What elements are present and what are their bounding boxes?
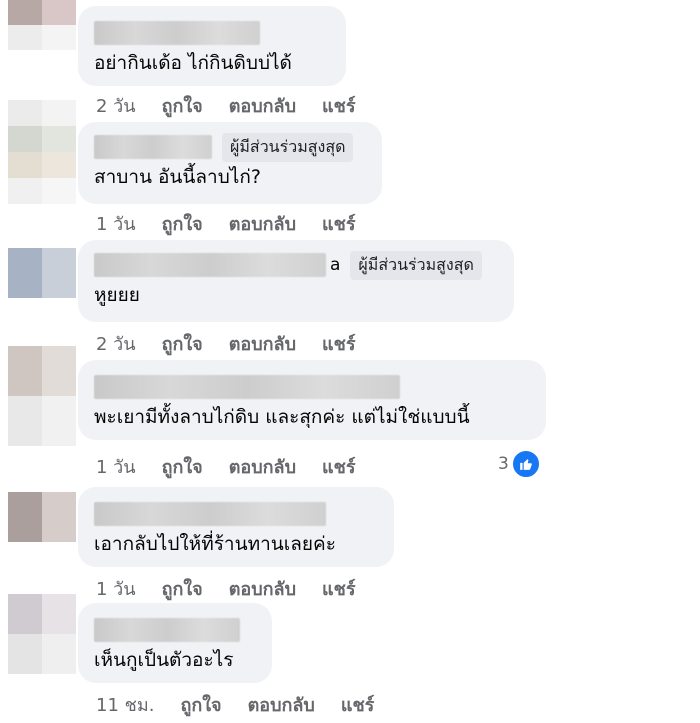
comment-bubble: อย่ากินเด้อ ไก่กินดิบบ่ได้	[78, 6, 346, 86]
comment-time[interactable]: 1 วัน	[96, 452, 136, 481]
comment-text: อย่ากินเด้อ ไก่กินดิบบ่ได้	[94, 52, 292, 74]
comment-actions: 2 วัน ถูกใจ ตอบกลับ แชร์	[96, 91, 382, 120]
comment-text: พะเยามีทั้งลาบไก่ดิบ และสุกค่ะ แต่ไม่ใช่…	[94, 406, 470, 428]
avatar[interactable]	[8, 492, 76, 542]
share-button[interactable]: แชร์	[322, 91, 356, 120]
like-button[interactable]: ถูกใจ	[162, 91, 203, 120]
comment-time[interactable]: 2 วัน	[96, 329, 136, 358]
comment-bubble: a ผู้มีส่วนร่วมสูงสุด หูยยย	[78, 240, 514, 322]
commenter-name[interactable]	[94, 135, 212, 159]
commenter-name[interactable]	[94, 502, 326, 526]
avatar[interactable]	[8, 0, 76, 50]
comment-time[interactable]: 2 วัน	[96, 91, 136, 120]
like-button[interactable]: ถูกใจ	[162, 209, 203, 238]
reply-button[interactable]: ตอบกลับ	[229, 574, 296, 603]
avatar[interactable]	[8, 100, 76, 230]
like-icon	[510, 449, 541, 479]
comment-text: หูยยย	[94, 284, 140, 306]
avatar[interactable]	[8, 346, 76, 446]
comment-text: เห็นกูเป็นตัวอะไร	[94, 649, 234, 671]
like-button[interactable]: ถูกใจ	[162, 329, 203, 358]
like-button[interactable]: ถูกใจ	[162, 452, 203, 481]
commenter-name[interactable]	[94, 618, 240, 642]
comment-text: เอากลับไปให้ที่ร้านทานเลยค่ะ	[94, 533, 336, 555]
top-contributor-badge: ผู้มีส่วนร่วมสูงสุด	[350, 250, 482, 280]
avatar[interactable]	[8, 248, 76, 298]
like-button[interactable]: ถูกใจ	[180, 690, 221, 719]
comment-actions: 1 วัน ถูกใจ ตอบกลับ แชร์	[96, 209, 382, 238]
comment-time[interactable]: 11 ชม.	[96, 690, 154, 719]
comment-actions: 1 วัน ถูกใจ ตอบกลับ แชร์	[96, 452, 382, 481]
comment-actions: 11 ชม. ถูกใจ ตอบกลับ แชร์	[96, 690, 400, 719]
share-button[interactable]: แชร์	[322, 209, 356, 238]
comment-bubble: เห็นกูเป็นตัวอะไร	[78, 603, 272, 683]
commenter-name[interactable]	[94, 375, 400, 399]
comment-actions: 1 วัน ถูกใจ ตอบกลับ แชร์	[96, 574, 382, 603]
like-button[interactable]: ถูกใจ	[162, 574, 203, 603]
comment-actions: 2 วัน ถูกใจ ตอบกลับ แชร์	[96, 329, 382, 358]
commenter-name-fragment: a	[330, 255, 341, 275]
share-button[interactable]: แชร์	[322, 574, 356, 603]
reaction-count: 3	[498, 454, 509, 474]
share-button[interactable]: แชร์	[322, 452, 356, 481]
reply-button[interactable]: ตอบกลับ	[248, 690, 315, 719]
comment-text: สาบาน อันนี้ลาบไก่?	[94, 166, 261, 188]
reply-button[interactable]: ตอบกลับ	[229, 329, 296, 358]
commenter-name[interactable]	[94, 21, 260, 45]
comment-bubble: เอากลับไปให้ที่ร้านทานเลยค่ะ	[78, 487, 394, 567]
comment-bubble: พะเยามีทั้งลาบไก่ดิบ และสุกค่ะ แต่ไม่ใช่…	[78, 360, 546, 440]
avatar[interactable]	[8, 594, 76, 674]
commenter-name[interactable]	[94, 253, 326, 277]
reply-button[interactable]: ตอบกลับ	[229, 452, 296, 481]
reaction-summary[interactable]: 3	[498, 449, 541, 479]
comment-time[interactable]: 1 วัน	[96, 574, 136, 603]
reply-button[interactable]: ตอบกลับ	[229, 91, 296, 120]
comment-bubble: ผู้มีส่วนร่วมสูงสุด สาบาน อันนี้ลาบไก่?	[78, 122, 382, 204]
reply-button[interactable]: ตอบกลับ	[229, 209, 296, 238]
top-contributor-badge: ผู้มีส่วนร่วมสูงสุด	[222, 132, 354, 162]
comment-time[interactable]: 1 วัน	[96, 209, 136, 238]
share-button[interactable]: แชร์	[341, 690, 375, 719]
share-button[interactable]: แชร์	[322, 329, 356, 358]
